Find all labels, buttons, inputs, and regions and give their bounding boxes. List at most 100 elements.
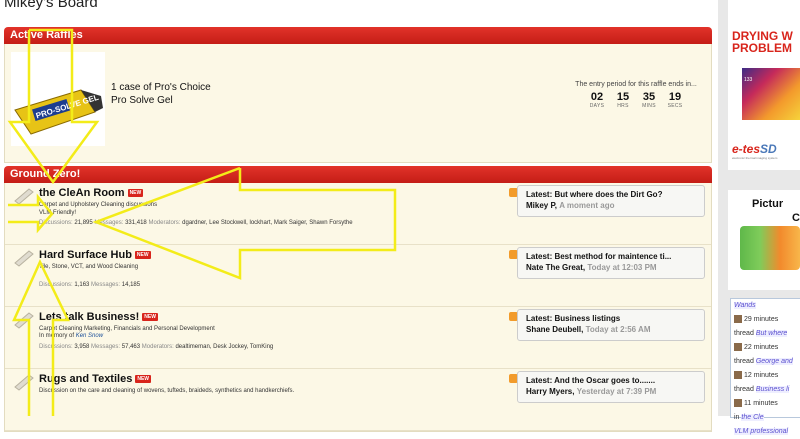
countdown-unit: 19 SECS (665, 91, 685, 109)
latest-post-box[interactable]: Latest: Business listings Shane Deubell, … (517, 309, 705, 341)
moderators-list[interactable]: dgardner, Lee Stockwell, lockhart, Mark … (182, 220, 352, 226)
etes-brand: e-tes (732, 142, 761, 156)
etes-sd: SD (760, 142, 777, 156)
forum-title-link[interactable]: Rugs and Textiles NEW (39, 373, 151, 385)
forum-description-line: Discussion on the care and cleaning of w… (39, 388, 295, 394)
avatar[interactable] (734, 371, 742, 380)
feed-item[interactable]: Wands (731, 299, 800, 313)
feed-time: 11 minutes (744, 400, 778, 407)
forum-row: the CleAn Room NEW Carpet and Upholstery C… (5, 183, 711, 245)
pro-solve-gel-tube-icon: PRO-SOLVE GEL (14, 89, 103, 135)
forum-description-line: Tile, Stone, VCT, and Wood Cleaning (39, 264, 139, 270)
avatar[interactable] (734, 343, 742, 352)
latest-post-title[interactable]: Latest: But where does the Dirt Go? (526, 190, 696, 199)
countdown-value: 35 (642, 91, 656, 103)
countdown-unit-label: DAYS (589, 103, 605, 109)
forum-stats: Discussions: 21,895 Messages: 331,418 Mo… (39, 220, 353, 226)
feed-footer[interactable]: VLM professional (731, 425, 800, 439)
feed-label: in (734, 414, 740, 421)
feed-label: thread (734, 358, 754, 365)
memory-name-link[interactable]: Ken Snow (76, 333, 103, 339)
avatar[interactable] (734, 399, 742, 408)
forum-description: Carpet and Upholstery Cleaning discussio… (39, 201, 157, 217)
latest-post-user[interactable]: Nate The Great, (526, 263, 585, 272)
product-image[interactable]: PRO-SOLVE GEL (11, 52, 105, 146)
sidebar: DRYING W PROBLEM 133 e-tesSD electronic … (718, 0, 800, 435)
latest-post-time: A moment ago (559, 201, 615, 210)
countdown-value: 19 (668, 91, 682, 103)
feed-item[interactable]: in the Cle (731, 411, 800, 425)
forum-title-link[interactable]: Lets talk Business! NEW (39, 311, 158, 323)
raffle-title[interactable]: 1 case of Pro's Choice Pro Solve Gel (111, 81, 211, 107)
latest-post-user[interactable]: Mikey P, (526, 201, 557, 210)
latest-post-user[interactable]: Shane Deubell, (526, 325, 583, 334)
latest-post-user[interactable]: Harry Myers, (526, 387, 574, 396)
raffle-title-line1: 1 case of Pro's Choice (111, 82, 211, 93)
moderators-list[interactable]: dealtimeman, Desk Jockey, TomKing (175, 344, 273, 350)
countdown-unit-label: HRS (617, 103, 629, 109)
ground-zero-header[interactable]: Ground Zero! (4, 166, 712, 183)
forum-title: Rugs and Textiles (39, 373, 133, 385)
feed-item[interactable]: thread But where (731, 327, 800, 341)
feed-thread-link[interactable]: Business li (755, 386, 790, 393)
forum-description: Carpet Cleaning Marketing, Financials an… (39, 325, 215, 333)
countdown-digits: 02 DAYS 15 HRS 35 MINS 19 SECS (571, 91, 701, 109)
active-raffles-header[interactable]: Active Raffles (4, 27, 712, 44)
container-tubs-image (740, 226, 800, 270)
countdown-unit-label: MINS (642, 103, 656, 109)
discussions-count: 1,163 (74, 282, 90, 288)
feed-item[interactable]: 29 minutes (731, 313, 800, 327)
forum-read-icon[interactable] (13, 249, 35, 267)
new-badge: NEW (127, 189, 144, 198)
feed-item[interactable]: 11 minutes (731, 397, 800, 411)
forum-row: Rugs and Textiles NEW Discussion on the ca… (5, 369, 711, 431)
forum-title: Lets talk Business! (39, 311, 140, 323)
latest-post-title[interactable]: Latest: And the Oscar goes to....... (526, 376, 696, 385)
messages-count: 331,418 (125, 220, 147, 226)
latest-post-title[interactable]: Latest: Best method for maintence ti... (526, 252, 696, 261)
feed-tag[interactable]: Wands (734, 302, 756, 309)
forum-read-icon[interactable] (13, 187, 35, 205)
forum-read-icon[interactable] (13, 373, 35, 391)
forum-stats: Discussions: 3,958 Messages: 57,463 Mode… (39, 344, 273, 350)
countdown-value: 15 (616, 91, 630, 103)
active-raffles-section: Active Raffles PRO-SOLVE GEL 1 case of P… (4, 27, 712, 163)
messages-label: Messages: (94, 220, 124, 226)
feed-item[interactable]: 12 minutes (731, 369, 800, 383)
countdown-unit-label: SECS (667, 103, 683, 109)
feed-label: thread (734, 386, 754, 393)
forum-title-link[interactable]: the CleAn Room NEW (39, 187, 144, 199)
discussions-label: Discussions: (39, 344, 73, 350)
latest-post-box[interactable]: Latest: Best method for maintence ti... N… (517, 247, 705, 279)
forum-description-line: Carpet Cleaning Marketing, Financials an… (39, 326, 215, 332)
feed-item[interactable]: 22 minutes (731, 341, 800, 355)
discussions-count: 21,895 (74, 220, 93, 226)
latest-post-time: Yesterday at 7:39 PM (576, 387, 657, 396)
countdown-unit: 15 HRS (613, 91, 633, 109)
ad-headline-line2: PROBLEM (732, 41, 792, 55)
feed-thread-link[interactable]: But where (755, 330, 788, 337)
forum-read-icon[interactable] (13, 311, 35, 329)
new-badge: NEW (135, 375, 151, 384)
feed-thread-link[interactable]: the Cle (741, 414, 764, 421)
forum-title: Hard Surface Hub (39, 249, 132, 261)
drying-ad[interactable]: DRYING W PROBLEM 133 e-tesSD electronic … (728, 0, 800, 170)
latest-post-title[interactable]: Latest: Business listings (526, 314, 696, 323)
latest-post-box[interactable]: Latest: But where does the Dirt Go? Mikey… (517, 185, 705, 217)
feed-thread-link[interactable]: George and (755, 358, 793, 365)
feed-time: 22 minutes (744, 344, 779, 351)
forum-title-link[interactable]: Hard Surface Hub NEW (39, 249, 151, 261)
forum-row: Hard Surface Hub NEW Tile, Stone, VCT, and… (5, 245, 711, 307)
etes-logo: e-tesSD electronic thermal imaging syste… (732, 142, 777, 160)
feed-footer-link[interactable]: VLM professional (734, 428, 789, 435)
avatar[interactable] (734, 315, 742, 324)
feed-item[interactable]: thread George and (731, 355, 800, 369)
pictures-ad[interactable]: Pictur C (728, 190, 800, 290)
feed-item[interactable]: thread Business li (731, 383, 800, 397)
latest-post-time: Today at 12:03 PM (587, 263, 657, 272)
new-badge: NEW (142, 313, 158, 322)
latest-post-box[interactable]: Latest: And the Oscar goes to....... Harr… (517, 371, 705, 403)
ad-headline: DRYING W PROBLEM (728, 0, 800, 54)
latest-post-time: Today at 2:56 AM (585, 325, 651, 334)
thermal-value: 133 (744, 77, 753, 83)
